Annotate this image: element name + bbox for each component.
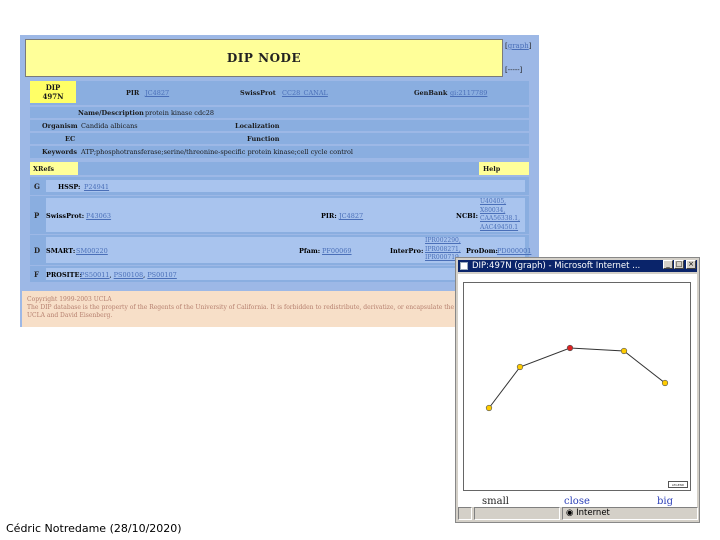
section-g-content: HSSP: P24941 (46, 180, 525, 192)
keywords-label: Keywords (42, 148, 77, 156)
p-pir-label: PIR: (321, 212, 337, 220)
swissprot-label: SwissProt (240, 89, 276, 97)
genbank-label: GenBank (414, 89, 448, 97)
organism-value: Candida albicans (81, 122, 138, 130)
section-letter-g: G (34, 182, 40, 191)
prosite-link[interactable]: PS00108 (114, 271, 144, 279)
close-window-button[interactable]: × (686, 260, 696, 269)
ie-page-icon (460, 262, 468, 270)
hssp-link[interactable]: P24941 (84, 183, 109, 191)
graph-node[interactable] (620, 347, 628, 355)
graph-link[interactable]: graph (508, 42, 529, 50)
xrefs-title: XRefs (30, 162, 78, 175)
help-link[interactable]: Help (479, 162, 529, 175)
interpro-link[interactable]: IPR008271, (425, 246, 461, 255)
section-letter-p: P (34, 211, 40, 220)
hssp-label: HSSP: (58, 183, 81, 191)
zone-panel: ◉ Internet (562, 507, 698, 520)
section-letter-f: F (34, 270, 39, 279)
prosite-link[interactable]: PS00107 (147, 271, 177, 279)
keywords-value: ATP;phosphotransferase;serine/threonine-… (81, 148, 353, 156)
minimize-button[interactable]: _ (663, 260, 673, 269)
xref-section-g: G HSSP: P24941 (30, 177, 529, 195)
pir-link[interactable]: JC4827 (145, 89, 169, 97)
size-small-link[interactable]: small (482, 496, 509, 507)
graph-link-wrapper[interactable]: [graph] (505, 39, 535, 53)
ncbi-label: NCBI: (456, 212, 479, 220)
graph-node[interactable] (516, 363, 524, 371)
popup-status-bar: ◉ Internet (458, 507, 698, 520)
name-value: protein kinase cdc28 (145, 109, 215, 117)
dip-id-label: DIP (45, 83, 61, 92)
ec-row: EC Function (30, 133, 529, 144)
prodom-label: ProDom: (466, 247, 498, 255)
xref-section-p: P SwissProt: P43063 PIR: JC4827 NCBI: U4… (30, 196, 529, 234)
dip-id-value: 497N (42, 92, 64, 101)
prosite-label: PROSITE: (46, 271, 82, 279)
localization-label: Localization (235, 122, 280, 130)
pir-label: PIR (126, 89, 140, 97)
p-swissprot-label: SwissProt: (46, 212, 85, 220)
status-panel (474, 507, 560, 520)
dip-id-badge: DIP 497N (30, 81, 76, 103)
organism-label: Organism (42, 122, 78, 130)
p-swissprot-link[interactable]: P43063 (86, 212, 111, 220)
pfam-link[interactable]: PF00069 (322, 247, 352, 255)
ncbi-link[interactable]: AAC49450.1 (480, 224, 520, 233)
graph-node[interactable] (661, 379, 669, 387)
section-f-content: PROSITE: PS50011, PS00108, PS00107 (46, 268, 525, 280)
swissprot-link[interactable]: CC28_CANAL (282, 89, 328, 97)
genbank-link[interactable]: gi:2117789 (450, 89, 487, 97)
ec-label: EC (65, 135, 76, 143)
xrefs-header: XRefs Help (30, 162, 529, 175)
prosite-list: PS50011, PS00108, PS00107 (80, 271, 177, 279)
p-pir-link[interactable]: JC4827 (339, 212, 363, 220)
dashes-link[interactable]: [-----] (505, 63, 535, 77)
ncbi-link[interactable]: U40405, (480, 198, 520, 207)
graph-popup-window[interactable]: DIP:497N (graph) - Microsoft Internet ..… (455, 257, 700, 523)
maximize-button[interactable]: □ (674, 260, 684, 269)
smart-label: SMART: (46, 247, 76, 255)
header-side-links: [graph] [-----] (505, 39, 535, 87)
size-big-link[interactable]: big (657, 496, 673, 507)
graph-canvas (485, 344, 669, 412)
section-d-content: SMART: SM00220 Pfam: PF00069 InterPro: I… (46, 237, 531, 263)
author-credit: Cédric Notredame (28/10/2020) (6, 522, 182, 535)
graph-node[interactable] (485, 404, 493, 412)
page-status-icon (458, 507, 472, 520)
interpro-label: InterPro: (390, 247, 424, 255)
popup-content: LEGEND small close big (458, 274, 697, 507)
ncbi-link[interactable]: X80034, (480, 207, 520, 216)
ncbi-link[interactable]: CAA56338.1, (480, 215, 520, 224)
node-id-row: DIP 497N PIR JC4827 SwissProt CC28_CANAL… (30, 81, 529, 105)
prosite-link[interactable]: PS50011 (80, 271, 110, 279)
ncbi-list: U40405, X80034, CAA56338.1, AAC49450.1 (480, 198, 520, 232)
graph-edge-path (488, 347, 666, 409)
section-p-content: SwissProt: P43063 PIR: JC4827 NCBI: U404… (46, 198, 525, 232)
prodom-link[interactable]: PD000001 (497, 247, 531, 255)
zone-label: Internet (576, 508, 610, 518)
page-header: DIP NODE (25, 39, 503, 77)
popup-title: DIP:497N (graph) - Microsoft Internet ..… (472, 261, 641, 271)
graph-nodes (485, 344, 669, 412)
section-letter-d: D (34, 246, 41, 255)
popup-title-bar[interactable]: DIP:497N (graph) - Microsoft Internet ..… (458, 260, 697, 272)
function-label: Function (247, 135, 280, 143)
interaction-graph[interactable]: LEGEND (463, 282, 691, 491)
organism-row: Organism Candida albicans Localization (30, 120, 529, 131)
graph-node[interactable] (566, 344, 574, 352)
name-label: Name/Description (78, 109, 144, 117)
size-close-link[interactable]: close (564, 496, 590, 507)
name-row: Name/Description protein kinase cdc28 (30, 107, 529, 118)
smart-link[interactable]: SM00220 (76, 247, 108, 255)
interpro-link[interactable]: IPR002290, (425, 237, 461, 246)
page-title: DIP NODE (226, 51, 302, 65)
globe-icon: ◉ (566, 508, 574, 518)
legend-button[interactable]: LEGEND (668, 481, 688, 488)
keywords-row: Keywords ATP;phosphotransferase;serine/t… (30, 146, 529, 158)
pfam-label: Pfam: (299, 247, 321, 255)
